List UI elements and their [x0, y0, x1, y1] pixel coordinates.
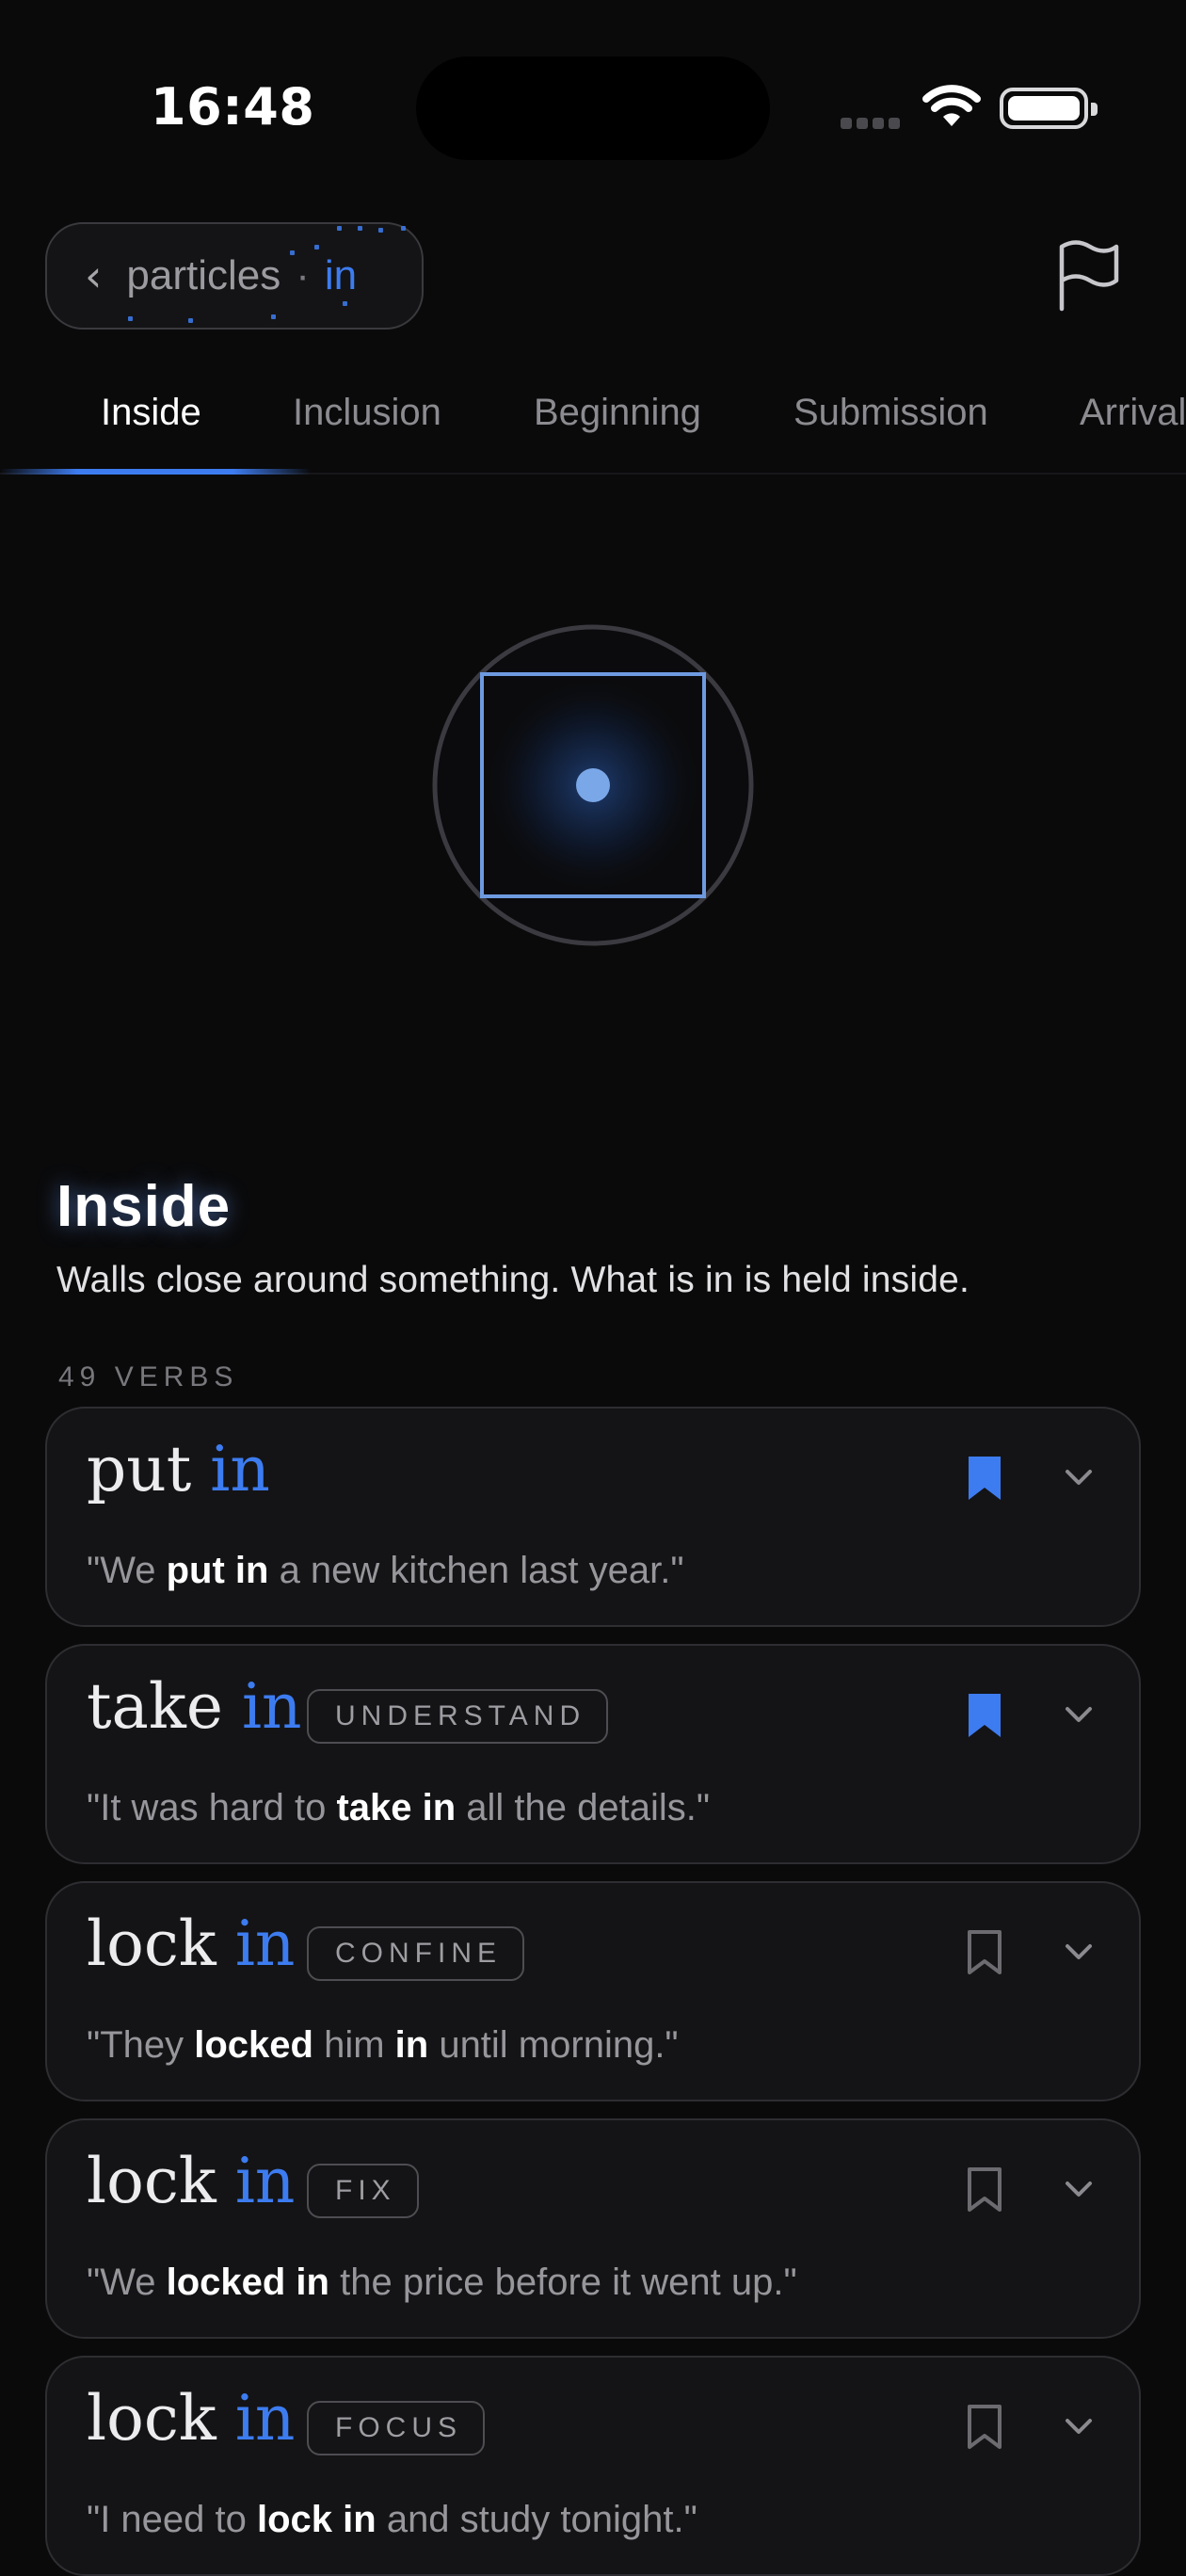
- verb-phrase: lock in: [87, 2145, 295, 2217]
- verb-count-label: 49 VERBS: [58, 1361, 239, 1393]
- verb-phrase: lock in: [87, 1908, 295, 1980]
- chevron-down-icon[interactable]: [1064, 2179, 1094, 2199]
- wifi-icon: [922, 85, 981, 126]
- chevron-down-icon[interactable]: [1064, 1941, 1094, 1962]
- verb-base: lock: [87, 1908, 216, 1980]
- sparkle-decoration: [343, 301, 347, 306]
- sparkle-decoration: [188, 318, 193, 323]
- example-sentence: "They locked him in until morning.": [87, 2024, 679, 2066]
- bookmark-icon[interactable]: [964, 2403, 1005, 2452]
- breadcrumb-particle: in: [324, 252, 358, 298]
- tab-arrival[interactable]: Arrival: [1080, 392, 1186, 434]
- chevron-down-icon[interactable]: [1064, 2416, 1094, 2437]
- sparkle-decoration: [378, 228, 383, 233]
- sense-tag: FIX: [307, 2164, 419, 2218]
- verb-card[interactable]: lock in FOCUS "I need to lock in and stu…: [45, 2356, 1141, 2576]
- chevron-down-icon[interactable]: [1064, 1704, 1094, 1725]
- status-time: 16:48: [151, 77, 315, 137]
- verb-card[interactable]: put in "We put in a new kitchen last yea…: [45, 1407, 1141, 1627]
- bookmark-icon[interactable]: [964, 2165, 1005, 2214]
- verb-particle: in: [234, 2382, 296, 2455]
- flag-icon[interactable]: [1039, 228, 1135, 324]
- cellular-signal-icon: [841, 117, 905, 134]
- active-tab-indicator: [0, 469, 311, 475]
- bookmark-icon[interactable]: [964, 1454, 1005, 1503]
- sparkle-decoration: [358, 226, 362, 231]
- sense-tabs: Inside Inclusion Beginning Submission Ar…: [0, 377, 1186, 475]
- verb-card[interactable]: lock in CONFINE "They locked him in unti…: [45, 1881, 1141, 2101]
- sense-description: Walls close around something. What is in…: [56, 1260, 970, 1300]
- bookmark-icon[interactable]: [964, 1691, 1005, 1740]
- example-sentence: "We locked in the price before it went u…: [87, 2262, 797, 2303]
- chevron-down-icon[interactable]: [1064, 1467, 1094, 1488]
- breadcrumb-category: particles: [126, 252, 281, 298]
- verb-base: lock: [87, 2145, 216, 2217]
- chevron-left-icon: ‹: [85, 250, 103, 301]
- sense-tag: FOCUS: [307, 2401, 485, 2455]
- example-sentence: "It was hard to take in all the details.…: [87, 1787, 711, 1828]
- bookmark-icon[interactable]: [964, 1928, 1005, 1977]
- sparkle-decoration: [337, 226, 342, 231]
- example-sentence: "We put in a new kitchen last year.": [87, 1550, 684, 1591]
- breadcrumb-separator: ·: [296, 252, 310, 298]
- inside-concept-illustration: [432, 624, 754, 946]
- sparkle-decoration: [290, 250, 295, 255]
- verb-particle: in: [241, 1670, 302, 1743]
- sparkle-decoration: [128, 316, 133, 321]
- dynamic-island: [416, 56, 770, 160]
- battery-icon: [1000, 88, 1098, 129]
- back-breadcrumb-button[interactable]: ‹ particles · in: [45, 222, 424, 330]
- app-screen: 16:48 ‹ particles · in Inside Inclusion …: [0, 0, 1186, 2576]
- sparkle-decoration: [271, 314, 276, 319]
- verb-phrase: put in: [87, 1433, 270, 1505]
- tab-inclusion[interactable]: Inclusion: [293, 392, 441, 434]
- verb-card[interactable]: lock in FIX "We locked in the price befo…: [45, 2118, 1141, 2339]
- sense-title: Inside: [56, 1174, 232, 1239]
- example-sentence: "I need to lock in and study tonight.": [87, 2499, 697, 2540]
- verb-phrase: take in: [87, 1670, 302, 1743]
- verb-card[interactable]: take in UNDERSTAND "It was hard to take …: [45, 1644, 1141, 1864]
- tab-inside[interactable]: Inside: [101, 392, 201, 434]
- tab-submission[interactable]: Submission: [793, 392, 988, 434]
- verb-base: take: [87, 1670, 223, 1743]
- tab-beginning[interactable]: Beginning: [534, 392, 701, 434]
- verb-particle: in: [210, 1433, 270, 1505]
- verb-particle: in: [234, 1908, 296, 1980]
- sparkle-decoration: [401, 226, 406, 231]
- verb-base: put: [87, 1433, 192, 1505]
- sense-tag: UNDERSTAND: [307, 1689, 609, 1744]
- verb-particle: in: [234, 2145, 296, 2217]
- verb-base: lock: [87, 2382, 216, 2455]
- sense-tag: CONFINE: [307, 1926, 524, 1981]
- sparkle-decoration: [314, 245, 319, 250]
- verb-phrase: lock in: [87, 2382, 295, 2455]
